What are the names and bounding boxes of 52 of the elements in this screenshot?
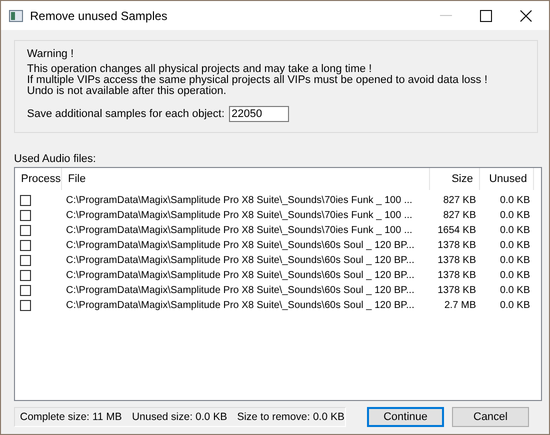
file-path: C:\ProgramData\Magix\Samplitude Pro X8 Suite\_Sounds\60s Soul _ 120 BP... bbox=[65, 284, 416, 297]
unused-cell-text: 0.0 KB bbox=[498, 284, 531, 297]
unused-cell-text: 0.0 KB bbox=[498, 254, 531, 267]
list-label: Used Audio files: bbox=[14, 153, 97, 165]
size-cell-text: 827 KB bbox=[442, 209, 477, 222]
samples-label: Save additional samples for each object: bbox=[27, 108, 225, 120]
unused-cell-text: 0.0 KB bbox=[498, 239, 531, 252]
file-path: C:\ProgramData\Magix\Samplitude Pro X8 Suite\_Sounds\70ies Funk _ 100 ... bbox=[65, 194, 414, 207]
status-text: Complete size: 11 MB bbox=[20, 411, 122, 423]
column-header[interactable]: Size bbox=[430, 168, 480, 190]
file-path: C:\ProgramData\Magix\Samplitude Pro X8 Suite\_Sounds\60s Soul _ 120 BP... bbox=[65, 299, 416, 312]
checkbox[interactable] bbox=[20, 225, 31, 236]
file-path: C:\ProgramData\Magix\Samplitude Pro X8 Suite\_Sounds\60s Soul _ 120 BP... bbox=[65, 269, 416, 282]
unused-cell-text: 0.0 KB bbox=[498, 224, 531, 237]
warning-heading: Warning ! bbox=[27, 48, 75, 60]
unused-cell-text: 0.0 KB bbox=[498, 194, 531, 207]
column-header[interactable]: File bbox=[62, 168, 430, 190]
size-cell-text: 827 KB bbox=[442, 194, 477, 207]
checkbox[interactable] bbox=[20, 255, 31, 266]
warning-text: Undo is not available after this operation. bbox=[27, 86, 226, 97]
warning-text: This operation changes all physical projects and may take a long time ! bbox=[27, 64, 373, 75]
unused-cell-text: 0.0 KB bbox=[498, 299, 531, 312]
file-path: C:\ProgramData\Magix\Samplitude Pro X8 Suite\_Sounds\70ies Funk _ 100 ... bbox=[65, 209, 414, 222]
file-path: C:\ProgramData\Magix\Samplitude Pro X8 Suite\_Sounds\70ies Funk _ 100 ... bbox=[65, 224, 414, 237]
size-cell-text: 1378 KB bbox=[436, 284, 477, 297]
size-cell-text: 1654 KB bbox=[436, 224, 477, 237]
size-cell-text: 1378 KB bbox=[436, 239, 477, 252]
unused-cell-text: 0.0 KB bbox=[498, 269, 531, 282]
checkbox[interactable] bbox=[20, 210, 31, 221]
checkbox[interactable] bbox=[20, 240, 31, 251]
samples-input-field[interactable]: 22050 bbox=[228, 106, 289, 122]
column-header[interactable]: Unused bbox=[480, 168, 534, 190]
warning-text: If multiple VIPs access the same physical projects all VIPs must be opened to avoid data loss ! bbox=[27, 75, 488, 86]
file-path: C:\ProgramData\Magix\Samplitude Pro X8 Suite\_Sounds\60s Soul _ 120 BP... bbox=[65, 239, 416, 252]
checkbox[interactable] bbox=[20, 270, 31, 281]
size-cell-text: 2.7 MB bbox=[443, 299, 477, 312]
size-cell-text: 1378 KB bbox=[436, 254, 477, 267]
window-title: Remove unused Samples bbox=[30, 8, 168, 22]
file-path: C:\ProgramData\Magix\Samplitude Pro X8 Suite\_Sounds\60s Soul _ 120 BP... bbox=[65, 254, 416, 267]
unused-cell-text: 0.0 KB bbox=[498, 209, 531, 222]
size-cell-text: 1378 KB bbox=[436, 269, 477, 282]
app-icon bbox=[9, 10, 23, 22]
checkbox[interactable] bbox=[20, 300, 31, 311]
dialog-button[interactable]: Cancel bbox=[452, 407, 529, 427]
dialog-button[interactable]: Continue bbox=[367, 407, 444, 427]
checkbox[interactable] bbox=[20, 195, 31, 206]
maximize-icon[interactable] bbox=[480, 10, 492, 22]
status-text: Size to remove: 0.0 KB bbox=[237, 411, 344, 423]
checkbox[interactable] bbox=[20, 285, 31, 296]
close-icon[interactable] bbox=[520, 10, 532, 22]
status-text: Unused size: 0.0 KB bbox=[132, 411, 228, 423]
column-header[interactable]: Process bbox=[15, 168, 62, 190]
